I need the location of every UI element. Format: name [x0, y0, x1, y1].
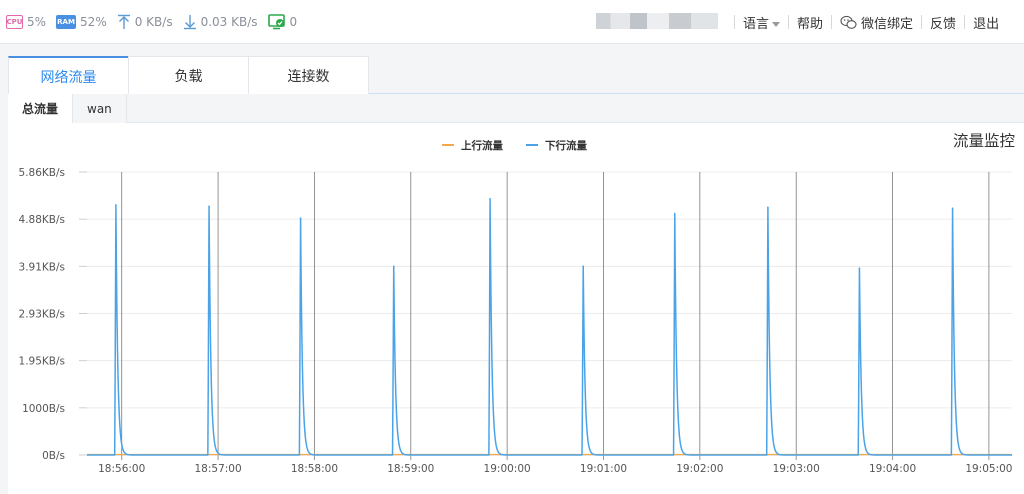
y-tick-label: 0B/s	[42, 450, 65, 462]
y-tick-label: 5.86KB/s	[19, 167, 65, 179]
x-tick-label: 19:05:00	[965, 463, 1012, 475]
upload-arrow-icon	[117, 14, 130, 29]
feedback-link[interactable]: 反馈	[930, 13, 956, 32]
download-peak-point	[208, 205, 210, 208]
chart-title: 流量监控	[953, 132, 1015, 150]
download-arrow-icon	[183, 14, 196, 29]
cpu-icon: CPU	[6, 14, 23, 29]
devices-stat[interactable]: 0	[267, 13, 298, 30]
cpu-stat: CPU 5%	[6, 14, 47, 29]
download-value: 0.03 KB/s	[200, 14, 258, 29]
devices-value: 0	[289, 14, 298, 29]
x-tick-label: 18:57:00	[194, 463, 241, 475]
nav-divider	[964, 15, 966, 29]
download-peak-point	[951, 207, 954, 210]
x-tick-label: 19:02:00	[676, 463, 723, 475]
traffic-chart-svg: 0B/s 1000B/s 1.95KB/s 2.93KB/s 3.91KB/s 4.88K…	[19, 132, 1015, 475]
ram-stat: RAM 52%	[56, 14, 107, 29]
language-menu[interactable]: 语言	[743, 13, 781, 32]
sub-tabs: 总流量 wan	[8, 94, 1024, 123]
tab-network-traffic[interactable]: 网络流量	[8, 56, 129, 95]
download-peak-point	[392, 265, 395, 268]
tab-connections[interactable]: 连接数	[248, 56, 369, 94]
wechat-bind-link[interactable]: 微信绑定	[840, 13, 913, 32]
top-nav: 语言 帮助 微信绑定 反馈 退出	[726, 0, 999, 44]
x-tick-label: 18:56:00	[98, 463, 145, 475]
ram-icon: RAM	[56, 14, 77, 29]
top-status-bar: CPU 5% RAM 52% 0 KB/s 0.03 KB/s 0 语言 帮助 …	[0, 0, 1024, 44]
wechat-bind-label: 微信绑定	[861, 16, 914, 32]
subtab-total-traffic[interactable]: 总流量	[8, 94, 74, 123]
x-tick-label: 18:58:00	[291, 463, 338, 475]
x-tick-label: 19:00:00	[484, 463, 531, 475]
subtab-wan[interactable]: wan	[73, 94, 127, 123]
x-tick-label: 19:01:00	[580, 463, 627, 475]
download-peak-point	[582, 265, 585, 268]
download-peak-point	[767, 206, 769, 209]
x-tick-label: 19:03:00	[773, 463, 820, 475]
y-tick-label: 3.91KB/s	[19, 261, 65, 273]
x-tick-label: 18:59:00	[387, 463, 434, 475]
download-peak-point	[673, 212, 676, 215]
wechat-icon	[840, 15, 857, 29]
tab-load[interactable]: 负载	[128, 56, 249, 94]
main-tabs: 网络流量 负载 连接数	[8, 56, 1024, 95]
language-label: 语言	[743, 16, 770, 32]
y-tick-label: 1000B/s	[22, 403, 65, 415]
nav-divider	[788, 15, 790, 29]
traffic-panel: 网络流量 负载 连接数 总流量 wan 0B/s 1000B/s 1.95KB/s 2…	[8, 56, 1024, 494]
download-peak-point	[489, 198, 491, 200]
chevron-down-icon	[772, 21, 781, 27]
nav-divider	[921, 15, 923, 29]
x-tick-label: 19:04:00	[869, 463, 916, 475]
y-tick-label: 1.95KB/s	[19, 356, 65, 368]
nav-divider	[831, 15, 833, 29]
legend-label: 下行流量	[545, 139, 587, 152]
y-tick-label: 2.93KB/s	[19, 309, 65, 321]
legend-label: 上行流量	[461, 139, 503, 152]
username-redacted	[596, 13, 718, 29]
download-peak-point	[858, 267, 861, 270]
upload-stat: 0 KB/s	[117, 14, 173, 30]
logout-link[interactable]: 退出	[973, 13, 999, 32]
series-line-download	[86, 198, 1013, 456]
download-stat: 0.03 KB/s	[183, 14, 258, 30]
download-peak-point	[299, 217, 302, 220]
ram-value: 52%	[80, 14, 107, 29]
download-peak-point	[115, 204, 117, 206]
help-link[interactable]: 帮助	[797, 13, 823, 32]
upload-value: 0 KB/s	[134, 14, 173, 29]
traffic-chart: 0B/s 1000B/s 1.95KB/s 2.93KB/s 3.91KB/s 4.88K…	[8, 124, 1024, 494]
cpu-value: 5%	[27, 14, 47, 29]
connected-devices-icon	[267, 13, 285, 29]
y-tick-label: 4.88KB/s	[19, 214, 65, 226]
nav-divider	[734, 15, 735, 29]
